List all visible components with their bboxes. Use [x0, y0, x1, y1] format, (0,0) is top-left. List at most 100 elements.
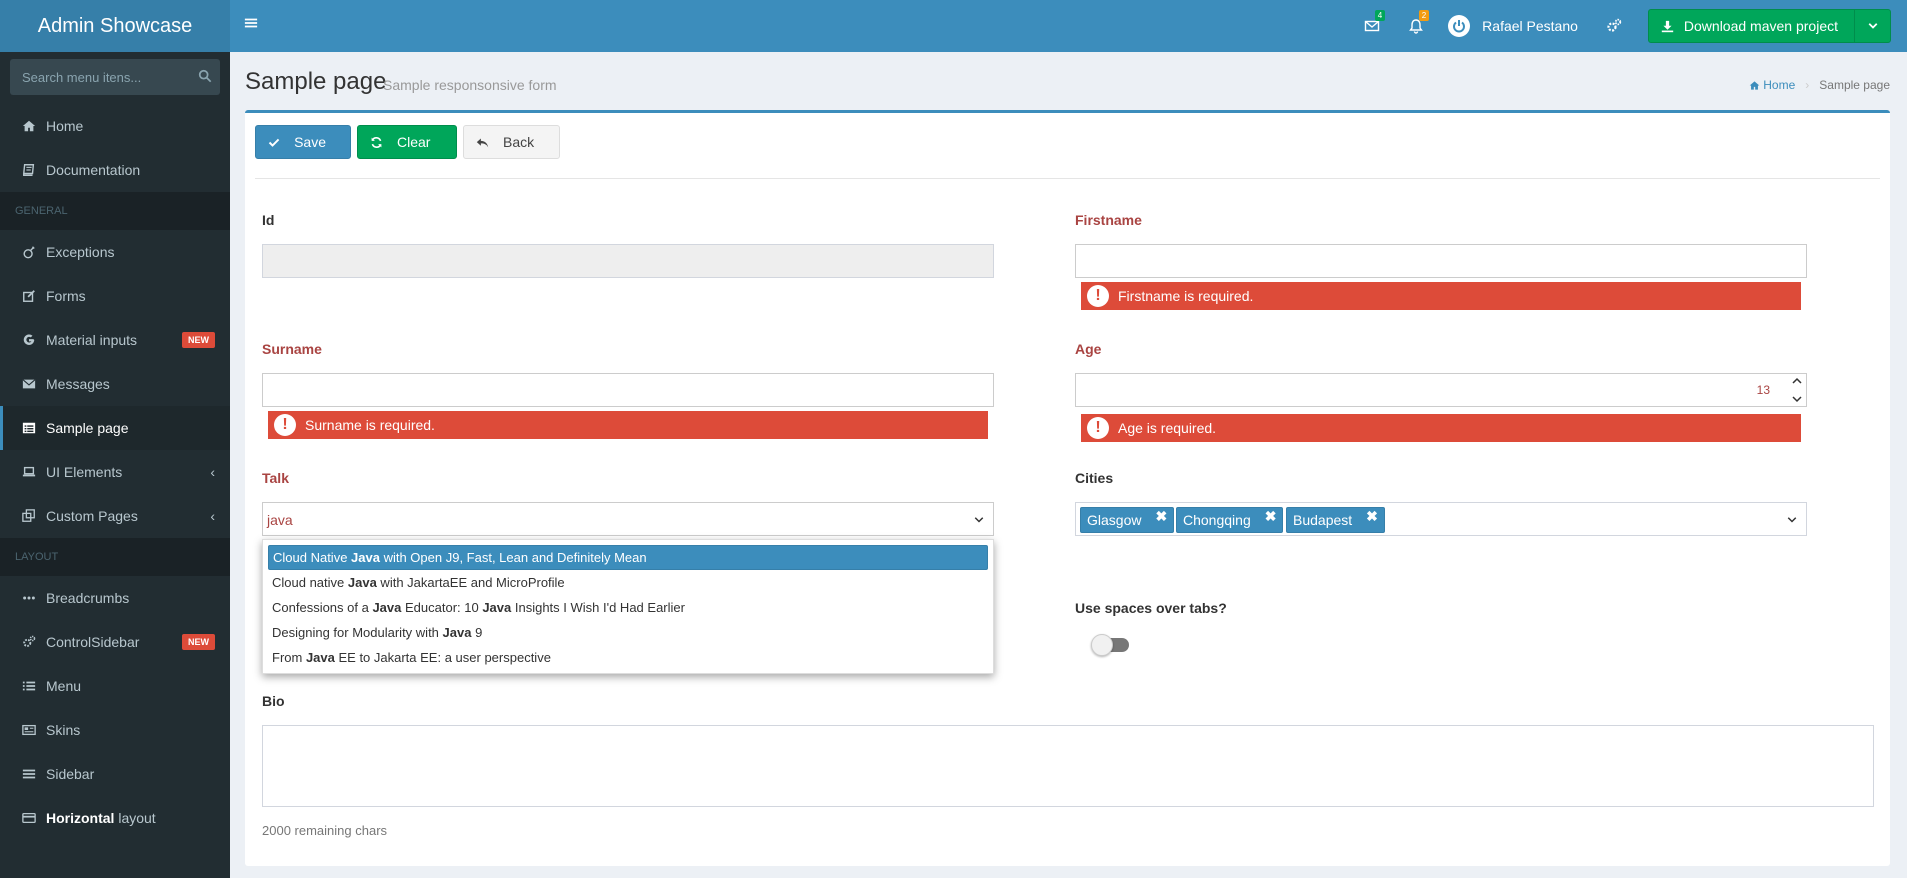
check-icon [268, 138, 280, 147]
bars-icon [21, 766, 37, 782]
chevron-left-icon: ‹ [210, 508, 215, 524]
sidebar: Admin Showcase Home Documentation GENERA… [0, 0, 230, 878]
firstname-error-text: Firstname is required. [1118, 288, 1254, 304]
sidebar-item-label-rest: layout [114, 810, 156, 826]
search-icon[interactable] [198, 69, 212, 86]
sidebar-item-messages[interactable]: Messages [0, 362, 230, 406]
sidebar-header-layout: LAYOUT [0, 538, 230, 576]
sidebar-item-label: Breadcrumbs [46, 590, 130, 606]
messages-button[interactable]: 4 [1350, 0, 1394, 52]
sidebar-item-ui-elements[interactable]: UI Elements ‹ [0, 450, 230, 494]
exclamation-icon: ! [274, 414, 296, 436]
spaces-toggle[interactable] [1091, 634, 1129, 656]
sidebar-item-horizontal-layout[interactable]: Horizontal layout [0, 796, 230, 840]
download-icon [1661, 20, 1674, 32]
sidebar-item-sample-page[interactable]: Sample page [0, 406, 230, 450]
notifications-button[interactable]: 2 [1394, 0, 1438, 52]
breadcrumb: Home › Sample page [1749, 78, 1890, 92]
sidebar-item-controlsidebar[interactable]: ControlSidebar NEW [0, 620, 230, 664]
sidebar-item-home[interactable]: Home [0, 104, 230, 148]
sidebar-item-label: Forms [46, 288, 86, 304]
new-badge: NEW [182, 634, 215, 650]
surname-error-text: Surname is required. [305, 417, 435, 433]
chevron-down-icon [974, 517, 984, 523]
brand-logo[interactable]: Admin Showcase [0, 0, 230, 52]
firstname-input[interactable] [1076, 245, 1806, 277]
breadcrumb-home-label: Home [1763, 78, 1796, 92]
sidebar-item-sidebar[interactable]: Sidebar [0, 752, 230, 796]
talk-suggestions-panel: Cloud Native Java with Open J9, Fast, Le… [262, 539, 994, 674]
talk-label: Talk [262, 470, 289, 486]
bio-textarea[interactable] [262, 725, 1874, 807]
toggle-knob [1091, 634, 1113, 656]
list-alt-icon [21, 420, 37, 436]
sidebar-item-label: Material inputs [46, 332, 138, 348]
talk-autocomplete[interactable]: java [262, 502, 994, 536]
spaces-label: Use spaces over tabs? [1075, 600, 1227, 616]
surname-input[interactable] [263, 374, 993, 406]
talk-suggestion-item[interactable]: From Java EE to Jakarta EE: a user persp… [268, 645, 988, 670]
user-menu[interactable]: Rafael Pestano [1438, 0, 1592, 52]
bio-remaining-chars: 2000 remaining chars [262, 823, 388, 838]
control-sidebar-button[interactable] [1592, 0, 1636, 52]
sidebar-item-label: Sidebar [46, 766, 95, 782]
city-chip: Budapest ✖ [1286, 507, 1385, 533]
refresh-icon [371, 136, 382, 148]
firstname-field[interactable] [1075, 244, 1807, 278]
sidebar-toggle-icon[interactable] [244, 16, 262, 34]
sidebar-item-breadcrumbs[interactable]: Breadcrumbs [0, 576, 230, 620]
home-icon [1749, 80, 1760, 90]
city-chip: Glasgow ✖ [1080, 507, 1175, 533]
sidebar-item-menu[interactable]: Menu [0, 664, 230, 708]
sidebar-item-label: ControlSidebar [46, 634, 140, 650]
age-value[interactable]: 13 [1757, 383, 1770, 397]
chevron-up-icon [1792, 377, 1802, 384]
firstname-label: Firstname [1075, 212, 1142, 228]
chevron-down-icon[interactable] [1854, 10, 1890, 42]
user-name: Rafael Pestano [1482, 18, 1578, 34]
surname-label: Surname [262, 341, 322, 357]
save-button[interactable]: Save [255, 125, 351, 159]
remove-chip-icon[interactable]: ✖ [1265, 508, 1277, 525]
sidebar-item-label: Menu [46, 678, 82, 694]
breadcrumb-home-link[interactable]: Home [1749, 78, 1795, 92]
clear-button[interactable]: Clear [357, 125, 457, 159]
talk-suggestion-item[interactable]: Confessions of a Java Educator: 10 Java … [268, 595, 988, 620]
download-main[interactable]: Download maven project [1649, 10, 1854, 42]
exclamation-icon: ! [1087, 285, 1109, 307]
page-title: Sample page [245, 68, 387, 95]
chevron-down-icon [1787, 517, 1797, 523]
sidebar-item-label: Exceptions [46, 244, 115, 260]
new-badge: NEW [182, 332, 215, 348]
sidebar-item-material-inputs[interactable]: Material inputs NEW [0, 318, 230, 362]
city-chip-label: Budapest [1293, 512, 1353, 528]
book-icon [21, 162, 37, 178]
download-maven-button[interactable]: Download maven project [1647, 9, 1891, 43]
sidebar-item-exceptions[interactable]: Exceptions [0, 230, 230, 274]
talk-suggestion-item[interactable]: Designing for Modularity with Java 9 [268, 620, 988, 645]
talk-suggestion-item[interactable]: Cloud native Java with JakartaEE and Mic… [268, 570, 988, 595]
talk-suggestion-item[interactable]: Cloud Native Java with Open J9, Fast, Le… [268, 545, 988, 570]
remove-chip-icon[interactable]: ✖ [1366, 508, 1378, 525]
bomb-icon [21, 244, 37, 260]
id-label: Id [262, 212, 275, 228]
sidebar-item-label: Horizontal layout [46, 810, 215, 826]
talk-input-value[interactable]: java [267, 512, 293, 528]
home-icon [21, 118, 37, 134]
menu-search-input[interactable] [22, 69, 198, 85]
surname-field[interactable] [262, 373, 994, 407]
sidebar-item-skins[interactable]: Skins [0, 708, 230, 752]
sidebar-header-general: GENERAL [0, 192, 230, 230]
sidebar-item-custom-pages[interactable]: Custom Pages ‹ [0, 494, 230, 538]
download-label: Download maven project [1683, 18, 1838, 34]
cogs-icon [1607, 18, 1622, 32]
sidebar-item-documentation[interactable]: Documentation [0, 148, 230, 192]
firstname-error: ! Firstname is required. [1081, 282, 1801, 310]
age-spinner[interactable]: 13 [1075, 373, 1807, 407]
remove-chip-icon[interactable]: ✖ [1155, 508, 1167, 525]
cities-multiselect[interactable]: Glasgow ✖ Chongqing ✖ Budapest ✖ [1075, 502, 1807, 536]
form-box: Save Clear Back Id Firstname ! Firstname… [245, 110, 1890, 866]
sidebar-item-forms[interactable]: Forms [0, 274, 230, 318]
avatar [1448, 15, 1471, 37]
back-button[interactable]: Back [463, 125, 560, 159]
